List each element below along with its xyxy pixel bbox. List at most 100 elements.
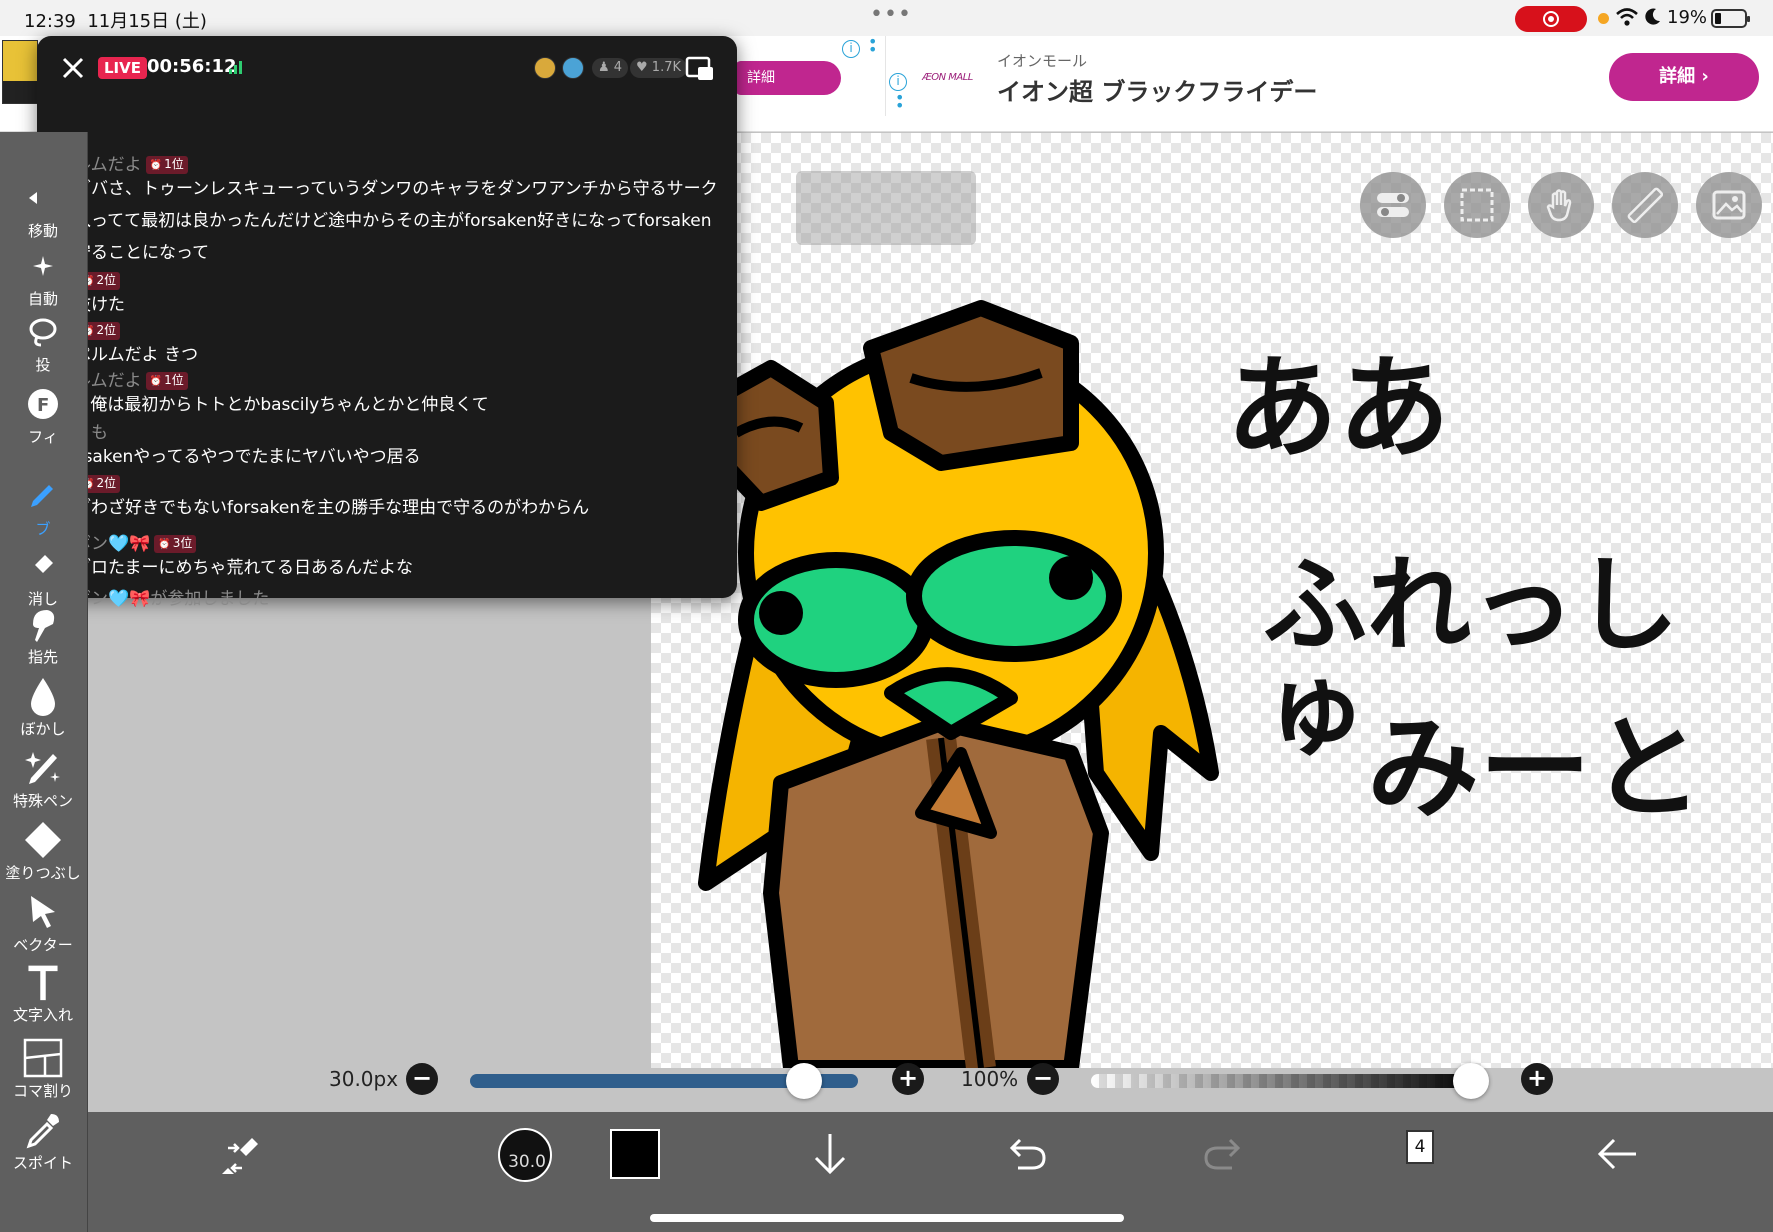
rank-badge: 1位	[145, 156, 188, 174]
color-swatch[interactable]	[610, 1129, 660, 1179]
lasso-icon	[29, 318, 57, 347]
brush-size-label: 30.0px	[329, 1067, 399, 1091]
live-elapsed-time: 00:56:12	[147, 56, 237, 77]
brush-icon	[31, 485, 53, 507]
brush-size-preview[interactable]: 30.0	[498, 1128, 552, 1182]
tool-lasso[interactable]: 投	[0, 312, 86, 375]
download-arrow-icon[interactable]	[810, 1130, 850, 1178]
tool-fill[interactable]: 塗りつぶし	[0, 820, 86, 883]
ad-menu-icon-2[interactable]: • •	[895, 90, 904, 114]
tool-filter[interactable]: F フィ	[0, 384, 86, 447]
redo-icon[interactable]	[1202, 1136, 1244, 1172]
tool-vector[interactable]: ベクター	[0, 892, 86, 955]
viewer-avatar[interactable]	[534, 57, 556, 79]
vector-icon	[31, 896, 55, 928]
ruler-button[interactable]	[1612, 172, 1678, 238]
finger-icon	[33, 610, 55, 642]
mic-indicator-dot	[1598, 13, 1609, 24]
toggle-icon	[1377, 193, 1409, 217]
tool-frame-divider[interactable]: コマ割り	[0, 1038, 86, 1101]
tool-eyedropper[interactable]: スポイト	[0, 1110, 86, 1173]
tool-brush[interactable]: ブ	[0, 476, 86, 539]
chat-message: ゔ2位 @ペルムだよ きつ	[57, 316, 727, 371]
hand-icon	[1546, 189, 1572, 222]
chat-message: リボン🩵🎀3位 ロブロたまーにめちゃ荒れてる日あるんだよな	[57, 529, 727, 584]
image-button[interactable]	[1696, 172, 1762, 238]
live-chat-overlay[interactable]: LIVE 00:56:12 ♟ 4 ♥ 1.7K ペルムだよ1位 ビグバさ、トゥ…	[37, 36, 737, 609]
frame-divider-icon	[23, 1038, 63, 1078]
record-icon	[1543, 11, 1559, 27]
handwritten-text-3: みーと	[1367, 704, 1703, 834]
chat-message: まりも Forsakenやってるやつでたまにヤバいやつ居る	[57, 418, 727, 473]
multitasking-dots[interactable]: •••	[870, 2, 912, 27]
chat-text: ビグバさ、トゥーンレスキューっていうダンワのキャラをダンワアンチから守るサークル…	[57, 179, 718, 263]
chat-messages[interactable]: ペルムだよ1位 ビグバさ、トゥーンレスキューっていうダンワのキャラをダンワアンチ…	[57, 106, 727, 609]
viewer-avatar[interactable]	[562, 57, 584, 79]
svg-text:F: F	[37, 395, 49, 416]
tool-auto-select[interactable]: 自動	[0, 246, 86, 309]
ad-logo: ÆON MALL	[922, 72, 973, 83]
picture-in-picture-icon[interactable]	[685, 56, 715, 82]
ad-title[interactable]: イオン超 ブラックフライデー	[997, 72, 1317, 107]
undo-icon[interactable]	[1006, 1136, 1048, 1172]
signal-icon	[229, 61, 242, 74]
status-time: 12:39 11月15日 (土)	[24, 11, 207, 32]
live-badge: LIVE	[98, 57, 147, 79]
ad-brand: イオンモール	[997, 52, 1088, 70]
swap-tool-icon[interactable]	[218, 1134, 262, 1178]
rank-badge: 3位	[154, 535, 197, 553]
selection-button[interactable]	[1444, 172, 1510, 238]
canvas-toggle-button[interactable]	[1360, 172, 1426, 238]
brush-size-plus-button[interactable]: +	[892, 1063, 924, 1095]
tool-move[interactable]: 移動	[0, 178, 86, 241]
home-indicator[interactable]	[650, 1214, 1124, 1222]
chat-message: ゔ2位 わざわざ好きでもないforsakenを主の勝手な理由で守るのがわからん	[57, 469, 727, 524]
hand-tool-button[interactable]	[1528, 172, 1594, 238]
drawing-canvas[interactable]: ああ ふれっしゅ みーと	[651, 133, 1773, 1068]
brush-size-slider-thumb[interactable]	[785, 1063, 822, 1099]
opacity-slider[interactable]	[1091, 1074, 1481, 1088]
auto-select-icon	[33, 256, 53, 276]
like-count: ♥ 1.7K	[630, 58, 687, 78]
opacity-slider-thumb[interactable]	[1453, 1063, 1489, 1099]
ad-info-icon[interactable]: i	[842, 40, 860, 58]
status-bar: 12:39 11月15日 (土) ••• 19%	[0, 0, 1773, 36]
close-icon[interactable]	[61, 56, 85, 80]
chat-text: ロブロたまーにめちゃ荒れてる日あるんだよな	[57, 558, 413, 578]
ad-menu-icon[interactable]: • •	[868, 34, 877, 58]
layers-button[interactable]: 4	[1406, 1130, 1434, 1164]
chat-message: ペルムだよ1位 ビグバさ、トゥーンレスキューっていうダンワのキャラをダンワアンチ…	[57, 150, 727, 269]
tool-eraser[interactable]: 消し	[0, 546, 86, 609]
brush-size-minus-button[interactable]: −	[406, 1063, 438, 1095]
chat-text: わざわざ好きでもないforsakenを主の勝手な理由で守るのがわからん	[57, 498, 590, 518]
join-notice: リボン🩵🎀が参加しました	[57, 584, 727, 609]
tool-special-pen[interactable]: 特殊ペン	[0, 748, 86, 811]
special-pen-icon	[25, 752, 60, 784]
screen-record-indicator[interactable]	[1515, 6, 1587, 32]
opacity-minus-button[interactable]: −	[1027, 1063, 1059, 1095]
selection-icon	[1460, 188, 1494, 222]
chat-message: ペルムだよ1位 で、俺は最初からトトとかbascilyちゃんとかと仲良くて	[57, 366, 727, 421]
ad-divider	[885, 36, 886, 116]
ruler-icon	[1627, 187, 1663, 223]
viewer-count: ♟ 4	[592, 58, 629, 78]
eyedropper-icon	[26, 1114, 59, 1149]
opacity-plus-button[interactable]: +	[1521, 1063, 1553, 1095]
rank-badge: 1位	[145, 372, 188, 390]
image-icon	[1712, 190, 1746, 220]
opacity-label: 100%	[961, 1067, 1019, 1091]
ad-left-detail-button[interactable]: 詳細	[735, 61, 841, 95]
tool-blur[interactable]: ぼかし	[0, 676, 86, 739]
ad-thumbnail[interactable]	[2, 40, 38, 104]
moon-icon	[1645, 8, 1660, 25]
tool-finger[interactable]: 指先	[0, 604, 86, 667]
chat-text: で、俺は最初からトトとかbascilyちゃんとかと仲良くて	[57, 395, 489, 415]
ad-detail-button[interactable]: 詳細 ›	[1609, 53, 1759, 101]
back-arrow-icon[interactable]	[1594, 1136, 1640, 1172]
tool-text[interactable]: 文字入れ	[0, 962, 86, 1025]
move-icon	[29, 192, 37, 204]
handwritten-text-1: ああ	[1226, 344, 1450, 474]
join-text: リボン🩵🎀が参加しました	[57, 589, 270, 609]
chat-message: ゔ2位 あ抜けた	[57, 266, 727, 321]
battery-icon	[1711, 9, 1750, 28]
